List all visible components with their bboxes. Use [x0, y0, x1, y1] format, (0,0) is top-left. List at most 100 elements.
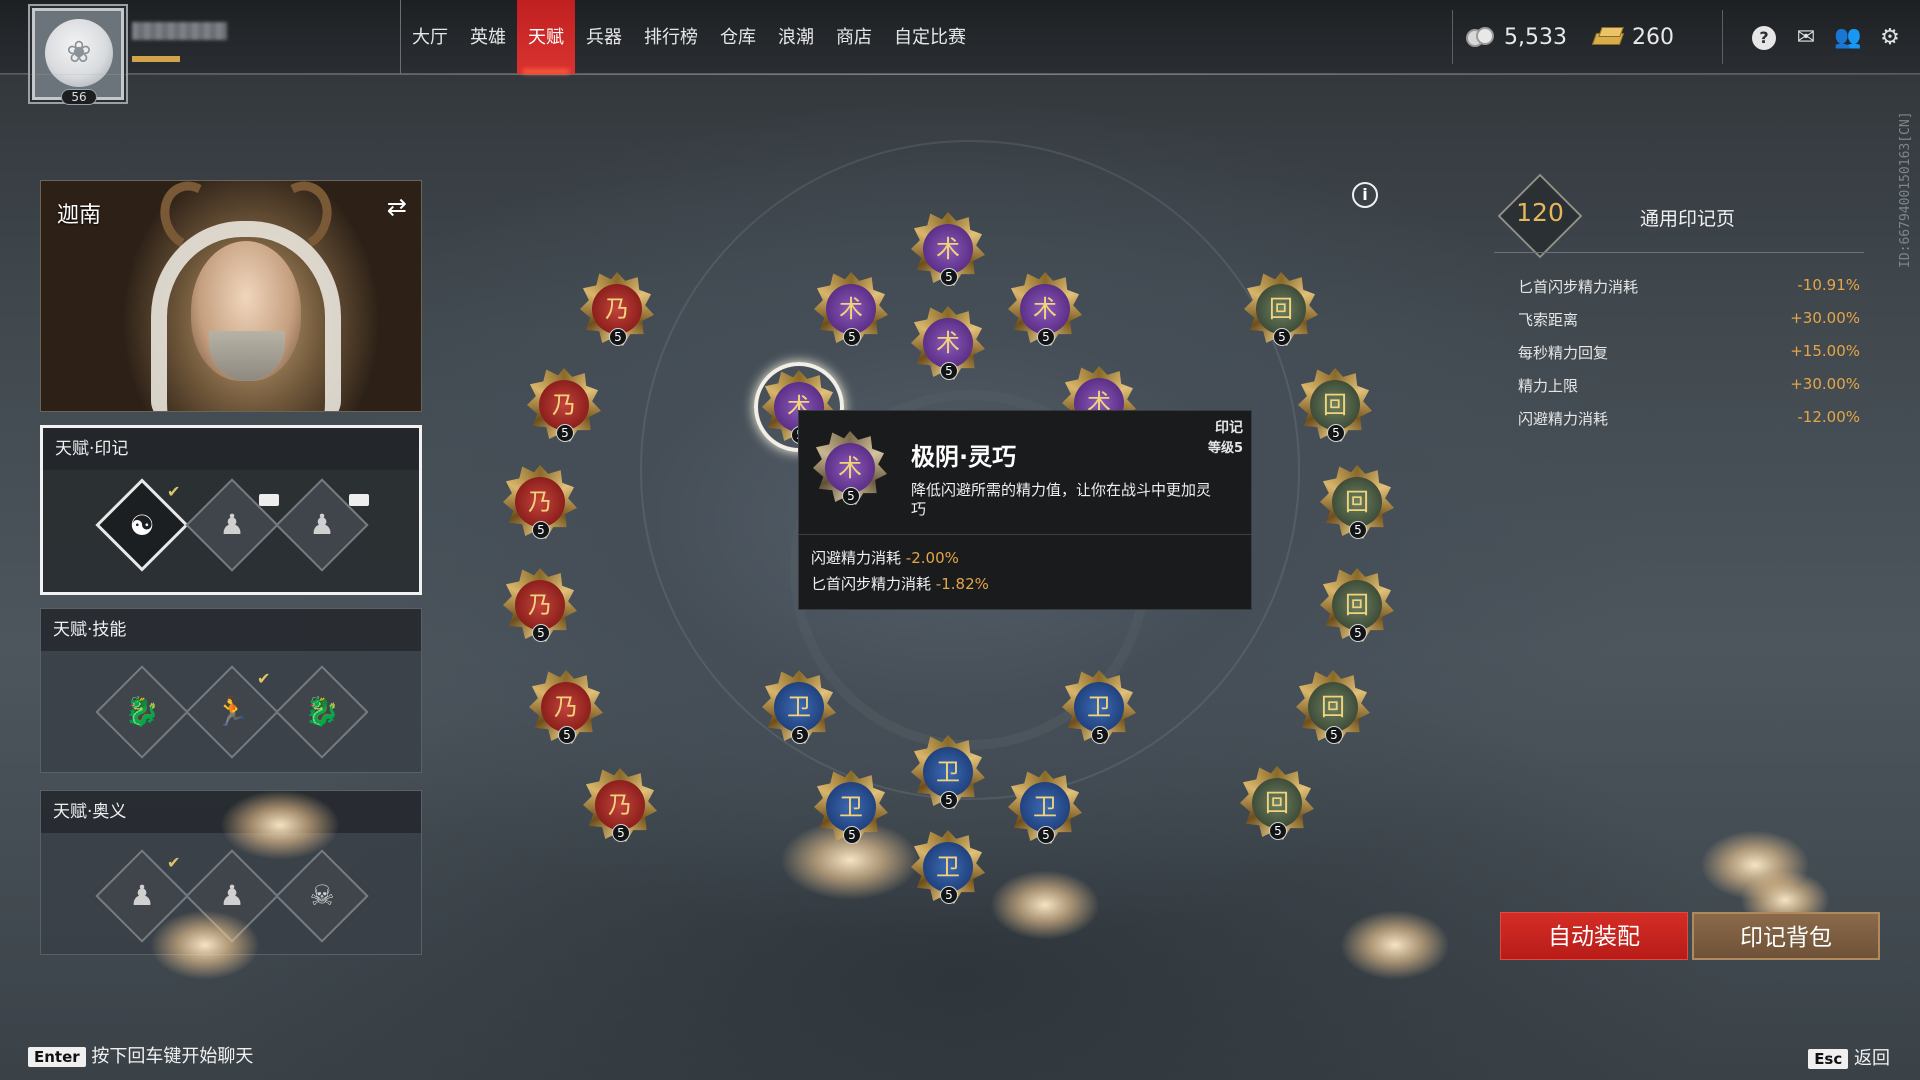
talent-tooltip: 术 5 极阴·灵巧 印记 等级5 降低闪避所需的精力值，让你在战斗中更加灵巧 闪…	[798, 410, 1252, 610]
summary-stat-label: 闪避精力消耗	[1518, 410, 1609, 428]
skill-slot-1[interactable]: 🐉	[95, 665, 189, 759]
tooltip-stat-label: 匕首闪步精力消耗	[811, 575, 932, 593]
auto-equip-button[interactable]: 自动装配	[1500, 912, 1688, 960]
summary-stat-label: 飞索距离	[1518, 311, 1579, 329]
nav-tab-ranking[interactable]: 排行榜	[633, 0, 709, 74]
player-level-badge: 56	[61, 89, 97, 105]
summary-stat-row: 每秒精力回复 +15.00%	[1518, 342, 1860, 363]
talent-node[interactable]: 卫5	[911, 830, 985, 904]
nav-tab-talent[interactable]: 天赋	[517, 0, 575, 74]
player-avatar[interactable]: ❀ 56	[32, 8, 124, 105]
tooltip-description: 降低闪避所需的精力值，让你在战斗中更加灵巧	[911, 481, 1212, 518]
hero-name: 迦南	[57, 203, 102, 228]
hero-card[interactable]: 迦南 ⇄	[40, 180, 422, 412]
coin-currency[interactable]: 5,533	[1466, 0, 1567, 74]
talent-node[interactable]: 乃5	[503, 465, 577, 539]
nav-tab-shop[interactable]: 商店	[825, 0, 883, 74]
dash-skill-icon: 🏃	[214, 695, 250, 728]
talent-node[interactable]: 乃5	[529, 670, 603, 744]
lantern-glow	[150, 910, 260, 980]
summary-stat-row: 闪避精力消耗 -12.00%	[1518, 408, 1860, 429]
summary-stat-row: 匕首闪步精力消耗 -10.91%	[1518, 276, 1860, 297]
nav-tab-wave[interactable]: 浪潮	[767, 0, 825, 74]
talent-node[interactable]: 术5	[911, 306, 985, 380]
talent-node[interactable]: 卫5	[1062, 670, 1136, 744]
talent-node[interactable]: 术5	[1008, 272, 1082, 346]
talent-node[interactable]: 卫5	[762, 670, 836, 744]
talent-node[interactable]: 术5	[911, 212, 985, 286]
tooltip-header: 术 5 极阴·灵巧 印记 等级5 降低闪避所需的精力值，让你在战斗中更加灵巧	[799, 411, 1251, 535]
settings-icon[interactable]: ⚙	[1876, 24, 1904, 52]
esc-key-badge: Esc	[1808, 1049, 1849, 1069]
friends-icon[interactable]: 👥	[1834, 24, 1862, 52]
summary-stat-label: 精力上限	[1518, 377, 1579, 395]
panel-talent-seal[interactable]: 天赋·印记 ☯ ♟ ♟ ✔	[40, 425, 422, 595]
talent-node[interactable]: 乃5	[527, 368, 601, 442]
lock-icon	[259, 494, 279, 506]
summary-stat-label: 匕首闪步精力消耗	[1518, 278, 1639, 296]
tooltip-stat-label: 闪避精力消耗	[811, 549, 902, 567]
check-icon: ✔	[167, 482, 181, 501]
seal-slot-3[interactable]: ♟	[275, 478, 369, 572]
top-bar: ❀ 56 大厅 英雄 天赋 兵器 排行榜 仓库 浪潮 商店 自定比赛 5,533…	[0, 0, 1920, 105]
gold-currency[interactable]: 260	[1591, 0, 1674, 74]
seal-bag-button[interactable]: 印记背包	[1692, 912, 1880, 960]
nav-tab-storage[interactable]: 仓库	[709, 0, 767, 74]
talent-node[interactable]: 回5	[1320, 568, 1394, 642]
player-exp-bar	[132, 56, 180, 62]
main-nav: 大厅 英雄 天赋 兵器 排行榜 仓库 浪潮 商店 自定比赛	[400, 0, 977, 74]
summary-stat-value: -12.00%	[1797, 408, 1860, 426]
ultimate-slot-3[interactable]: ☠	[275, 849, 369, 943]
beast-skill-icon: 🐉	[124, 695, 160, 728]
talent-node[interactable]: 回5	[1298, 368, 1372, 442]
talent-node[interactable]: 乃5	[583, 768, 657, 842]
back-hint[interactable]: Esc 返回	[1808, 1044, 1890, 1070]
nav-tab-weapons[interactable]: 兵器	[575, 0, 633, 74]
rabbit-icon: ❀	[66, 35, 92, 70]
demon-mask-icon: ☠	[309, 879, 335, 912]
tooltip-talent-name: 极阴·灵巧	[911, 443, 1017, 471]
talent-node[interactable]: 回5	[1244, 272, 1318, 346]
talent-node[interactable]: 乃5	[580, 272, 654, 346]
tooltip-stat-row: 匕首闪步精力消耗 -1.82%	[811, 573, 989, 594]
player-name-blurred	[132, 22, 227, 40]
talent-node[interactable]: 乃5	[503, 568, 577, 642]
help-icon[interactable]: ?	[1750, 24, 1778, 52]
hooded-figure-icon: ♟	[219, 508, 245, 541]
talent-node[interactable]: 卫5	[911, 735, 985, 809]
panel-talent-skill[interactable]: 天赋·技能 🐉 🏃 🐉 ✔	[40, 608, 422, 773]
seal-page-title[interactable]: 通用印记页	[1640, 204, 1735, 231]
nav-tab-lobby[interactable]: 大厅	[401, 0, 459, 74]
hooded-mask-icon: ♟	[129, 879, 155, 912]
nav-tab-custom-match[interactable]: 自定比赛	[883, 0, 977, 74]
swap-hero-icon[interactable]: ⇄	[387, 193, 407, 221]
talent-node[interactable]: 卫5	[1008, 770, 1082, 844]
chat-hint[interactable]: Enter 按下回车键开始聊天	[28, 1042, 253, 1068]
nav-tab-heroes[interactable]: 英雄	[459, 0, 517, 74]
chat-hint-text: 按下回车键开始聊天	[91, 1046, 254, 1067]
tooltip-stat-value: -1.82%	[935, 575, 989, 593]
summary-stat-value: -10.91%	[1797, 276, 1860, 294]
summary-stat-label: 每秒精力回复	[1518, 344, 1609, 362]
tooltip-stat-row: 闪避精力消耗 -2.00%	[811, 547, 959, 568]
beast-skill-icon: 🐉	[304, 695, 340, 728]
summary-stat-value: +15.00%	[1790, 342, 1860, 360]
divider	[1722, 10, 1723, 64]
summary-stat-row: 精力上限 +30.00%	[1518, 375, 1860, 396]
talent-node[interactable]: 回5	[1296, 670, 1370, 744]
check-icon: ✔	[257, 669, 271, 688]
talent-node[interactable]: 术5	[814, 272, 888, 346]
divider	[1494, 252, 1864, 253]
info-icon[interactable]: i	[1352, 182, 1378, 208]
hooded-figure-icon: ♟	[309, 508, 335, 541]
talent-node[interactable]: 回5	[1320, 465, 1394, 539]
coin-icon	[1466, 25, 1496, 49]
skill-slot-3[interactable]: 🐉	[275, 665, 369, 759]
talent-node[interactable]: 卫5	[814, 770, 888, 844]
mail-icon[interactable]: ✉	[1792, 24, 1820, 52]
player-id-label: ID:6679400150163[CN]	[1898, 111, 1913, 268]
talent-node[interactable]: 回5	[1240, 766, 1314, 840]
panel-title-skill: 天赋·技能	[41, 609, 421, 651]
lantern-glow	[1340, 910, 1450, 980]
seal-slot-2[interactable]: ♟	[185, 478, 279, 572]
